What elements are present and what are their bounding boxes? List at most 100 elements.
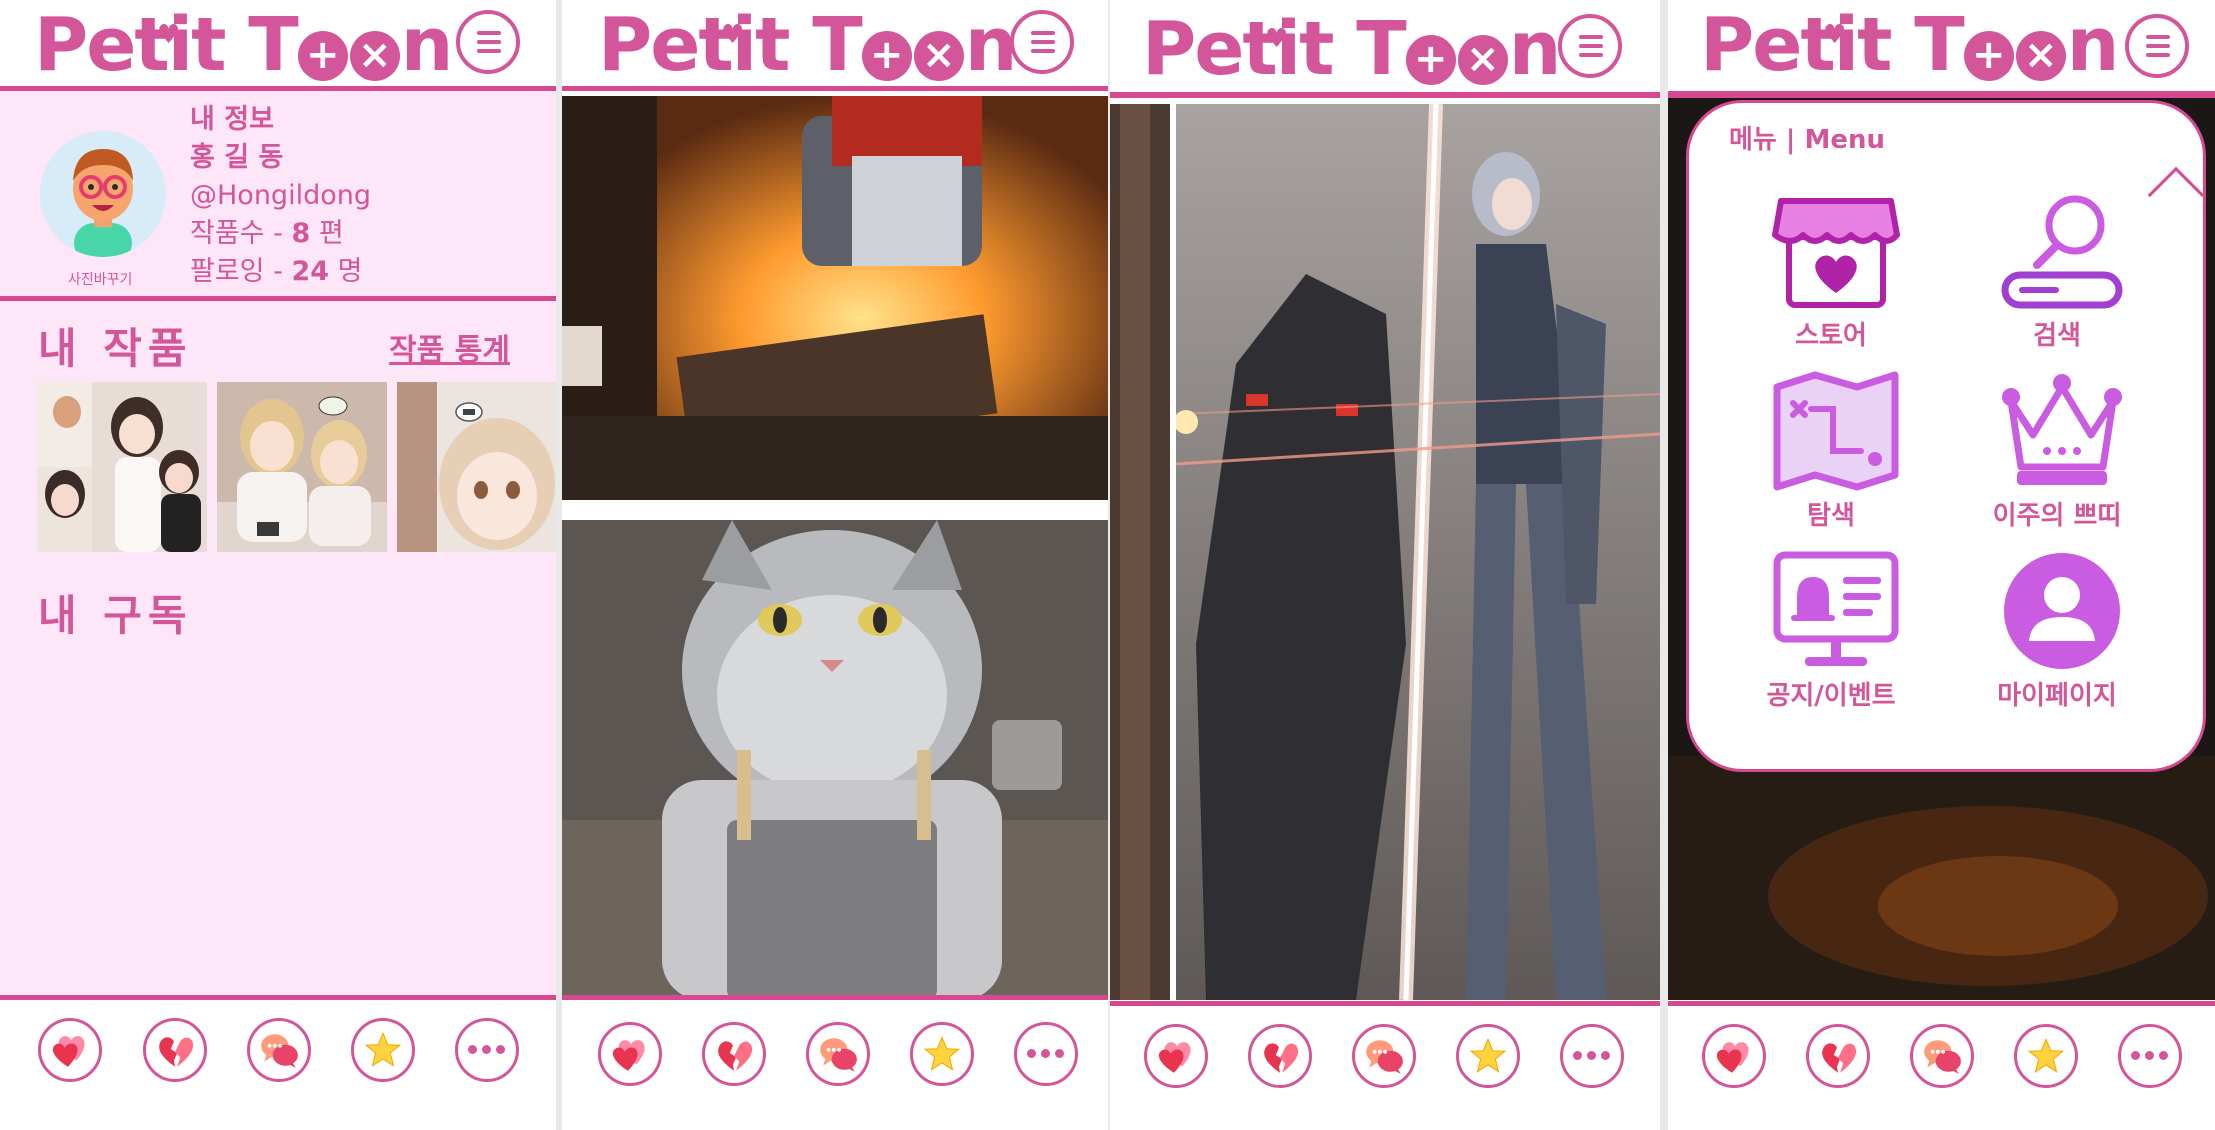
map-icon — [1773, 371, 1899, 491]
nav-broken-heart-button[interactable] — [1806, 1024, 1870, 1088]
nav-broken-heart-button[interactable] — [1248, 1024, 1312, 1088]
following-count: 24 — [291, 256, 330, 287]
work-stats-link[interactable]: 작품 통계 — [389, 325, 510, 369]
broken-heart-icon — [718, 1041, 753, 1071]
header: Petit T + × n ♥ — [562, 0, 1108, 91]
x-circle-icon: × — [1457, 35, 1508, 85]
menu-item-label: 이주의 쁘띠 — [1992, 501, 2122, 531]
logo-text-end: n — [964, 2, 1018, 88]
mecha-fire-artwork[interactable] — [562, 96, 1108, 500]
menu-item-search[interactable]: 검색 — [1957, 191, 2157, 361]
mecha-girl-artwork[interactable] — [1176, 104, 1660, 1000]
menu-item-label: 마이페이지 — [1997, 681, 2117, 711]
nav-more-button[interactable] — [2118, 1024, 2182, 1088]
nav-chat-button[interactable] — [247, 1018, 311, 1082]
avatar[interactable] — [40, 131, 166, 257]
nav-broken-heart-button[interactable] — [143, 1018, 207, 1082]
star-icon — [2027, 1037, 2065, 1073]
logo-text-end: n — [2066, 2, 2120, 88]
profile-screen: Petit T + × n ♥ 사진바꾸기 내 정보 홍 길 동 @Hongil… — [0, 0, 556, 1130]
star-icon — [364, 1031, 402, 1067]
chat-bubbles-icon — [1924, 1040, 1961, 1074]
nav-hearts-button[interactable] — [38, 1018, 102, 1082]
heart-icon: ♥ — [721, 20, 744, 50]
nav-star-button[interactable] — [351, 1018, 415, 1082]
app-logo[interactable]: Petit T + × n ♥ — [1700, 2, 2120, 88]
work-thumbnail[interactable] — [217, 382, 387, 552]
x-circle-icon: × — [913, 31, 964, 81]
feed-screen: Petit T + × n ♥ — [562, 0, 1108, 1130]
menu-button[interactable] — [456, 10, 520, 74]
x-circle-icon: × — [349, 31, 400, 81]
menu-item-store[interactable]: 스토어 — [1731, 191, 1931, 361]
logo-text-end: n — [400, 2, 454, 88]
more-icon — [1027, 1049, 1065, 1059]
chat-bubbles-icon — [261, 1034, 298, 1068]
notice-board-icon — [1773, 551, 1899, 666]
bottom-nav — [0, 995, 556, 1130]
profile-card: 사진바꾸기 내 정보 홍 길 동 @Hongildong 작품수 - 8 편 팔… — [0, 91, 556, 301]
menu-item-notice-event[interactable]: 공지/이벤트 — [1731, 551, 1931, 721]
crown-icon — [2002, 374, 2122, 485]
plus-circle-icon: + — [861, 31, 912, 81]
hearts-icon — [52, 1036, 85, 1067]
menu-item-my-page[interactable]: 마이페이지 — [1957, 551, 2157, 721]
menu-item-weekly-petit[interactable]: 이주의 쁘띠 — [1957, 371, 2157, 541]
plus-circle-icon: + — [1963, 31, 2014, 81]
change-photo-link[interactable]: 사진바꾸기 — [68, 269, 132, 289]
menu-popup: 메뉴 | Menu 스토어 검색 탐색 이주의 쁘띠 공지/이벤트 마이페이지 — [1686, 100, 2206, 772]
profile-handle: @Hongildong — [190, 180, 371, 211]
search-icon — [2001, 195, 2123, 309]
nav-hearts-button[interactable] — [1702, 1024, 1766, 1088]
nav-chat-button[interactable] — [806, 1022, 870, 1086]
nav-more-button[interactable] — [1560, 1024, 1624, 1088]
work-thumbnail[interactable] — [37, 382, 207, 552]
nav-hearts-button[interactable] — [598, 1022, 662, 1086]
heart-icon: ♥ — [1823, 20, 1846, 50]
work-thumbnail[interactable] — [397, 382, 556, 552]
nav-star-button[interactable] — [2014, 1024, 2078, 1088]
hearts-icon — [1716, 1042, 1749, 1073]
menu-item-explore[interactable]: 탐색 — [1731, 371, 1931, 541]
chat-bubbles-icon — [1366, 1040, 1403, 1074]
nav-more-button[interactable] — [455, 1018, 519, 1082]
profile-heading: 내 정보 — [190, 104, 274, 135]
x-circle-icon: × — [2015, 31, 2066, 81]
star-icon — [1469, 1037, 1507, 1073]
works-count: 8 — [291, 218, 311, 249]
app-logo[interactable]: Petit T + × n ♥ — [598, 2, 1018, 88]
works-count-line: 작품수 - 8 편 — [190, 218, 344, 249]
menu-item-label: 탐색 — [1807, 501, 1855, 531]
nav-hearts-button[interactable] — [1144, 1024, 1208, 1088]
menu-item-label: 공지/이벤트 — [1766, 681, 1896, 711]
nav-more-button[interactable] — [1014, 1022, 1078, 1086]
header: Petit T + × n ♥ — [1110, 0, 1660, 98]
menu-button[interactable] — [1010, 10, 1074, 74]
app-logo[interactable]: Petit T + × n ♥ — [1142, 6, 1562, 92]
cat-artwork[interactable] — [562, 520, 1108, 1000]
hearts-icon — [612, 1040, 645, 1071]
bottom-nav — [1668, 1001, 2215, 1130]
plus-circle-icon: + — [1405, 35, 1456, 85]
nav-chat-button[interactable] — [1352, 1024, 1416, 1088]
works-thumbnails — [37, 382, 556, 552]
menu-button[interactable] — [2125, 14, 2189, 78]
more-icon — [1573, 1051, 1611, 1061]
menu-item-label: 검색 — [2033, 321, 2081, 351]
nav-broken-heart-button[interactable] — [702, 1022, 766, 1086]
broken-heart-icon — [1264, 1043, 1299, 1073]
my-works-title: 내 작품 — [38, 324, 193, 373]
plus-circle-icon: + — [297, 31, 348, 81]
logo-text-end: n — [1508, 6, 1562, 92]
nav-star-button[interactable] — [910, 1022, 974, 1086]
nav-chat-button[interactable] — [1910, 1024, 1974, 1088]
popup-title: 메뉴 | Menu — [1729, 125, 1885, 155]
app-logo[interactable]: Petit T + × n ♥ — [34, 2, 454, 88]
header: Petit T + × n ♥ — [0, 0, 556, 91]
my-subscriptions-title: 내 구독 — [38, 591, 193, 640]
menu-button[interactable] — [1558, 14, 1622, 78]
header: Petit T + × n ♥ — [1668, 0, 2215, 98]
profile-name: 홍 길 동 — [190, 142, 284, 173]
previous-artwork-strip[interactable] — [1110, 104, 1170, 1000]
nav-star-button[interactable] — [1456, 1024, 1520, 1088]
